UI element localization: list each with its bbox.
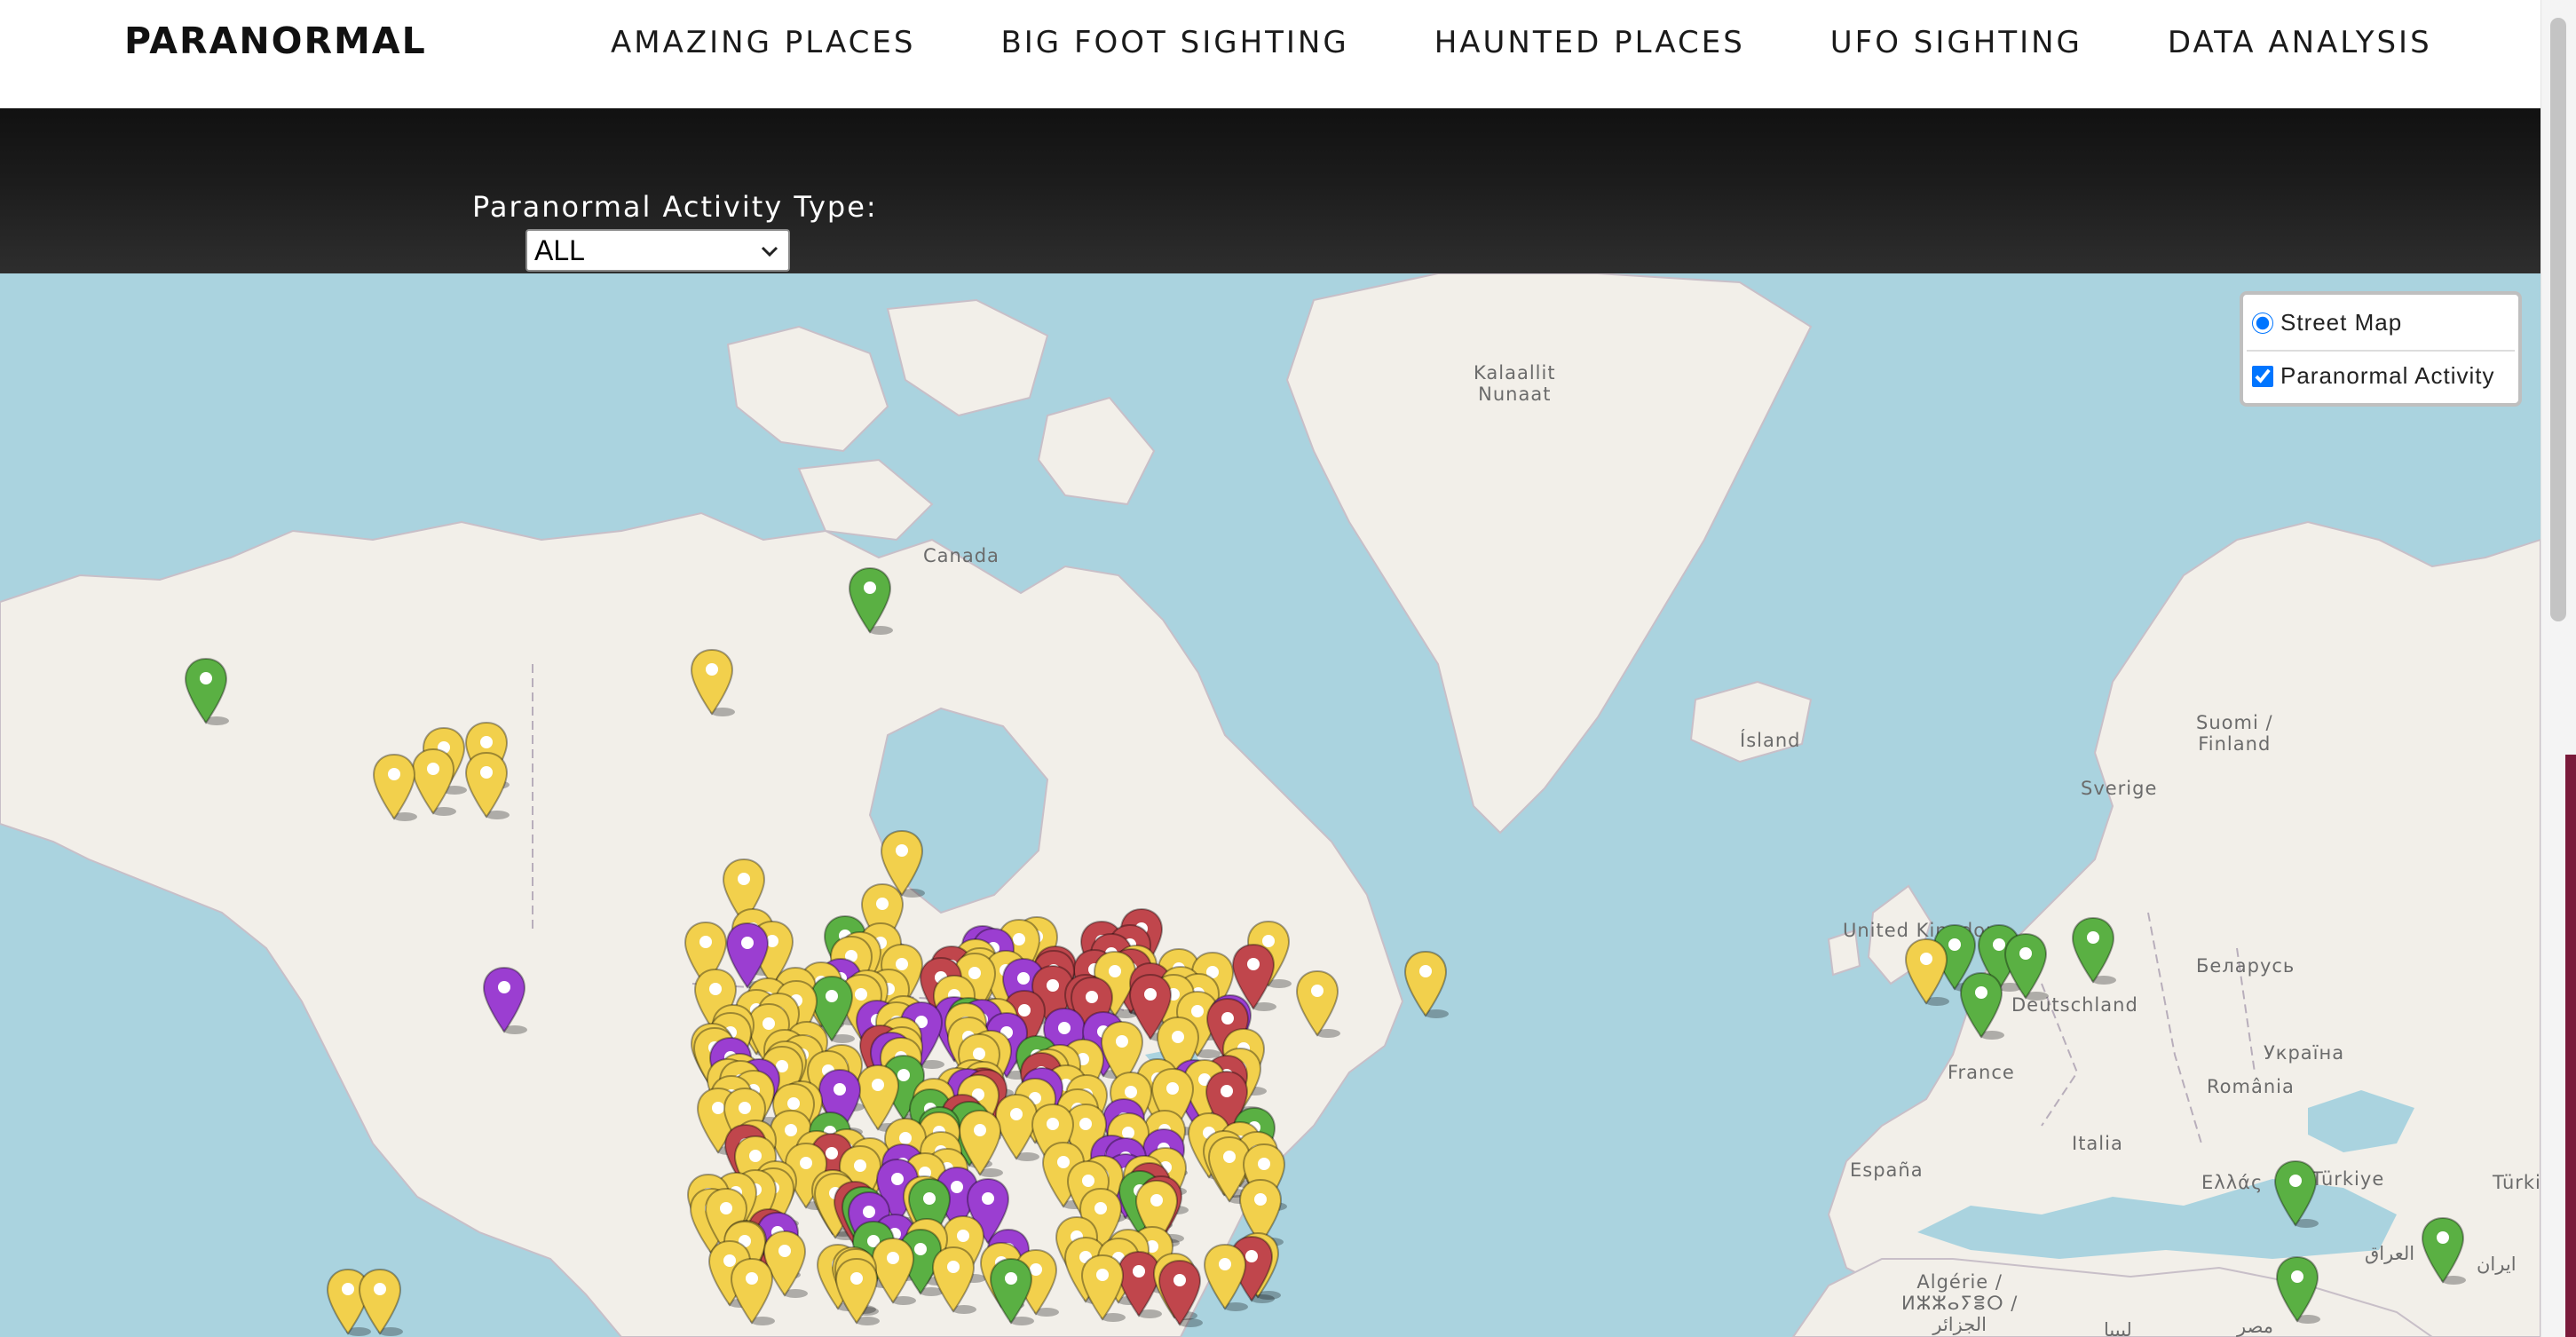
map-marker-icon[interactable] (371, 753, 417, 822)
map-marker-icon[interactable] (689, 648, 735, 717)
nav-links: AMAZING PLACES BIG FOOT SIGHTING HAUNTED… (611, 25, 2432, 60)
scrollbar-thumb[interactable] (2550, 18, 2566, 621)
map-marker-icon[interactable] (2274, 1255, 2320, 1325)
label-libya: ليبيا (2104, 1319, 2132, 1337)
map-marker-icon[interactable] (2272, 1159, 2319, 1229)
paranormal-activity-label: Paranormal Activity (2280, 362, 2495, 389)
map-marker-icon[interactable] (1157, 1259, 1203, 1328)
nav-link-amazing-places[interactable]: AMAZING PLACES (611, 25, 915, 60)
label-egypt: مصر (2237, 1316, 2274, 1337)
top-navbar: PARANORMAL AMAZING PLACES BIG FOOT SIGHT… (0, 0, 2540, 108)
map-marker-icon[interactable] (183, 657, 229, 726)
label-belarus: Беларусь (2196, 955, 2295, 977)
label-finland: Suomi / Finland (2196, 712, 2273, 755)
map-marker-icon[interactable] (988, 1257, 1034, 1326)
nav-link-big-foot-sighting[interactable]: BIG FOOT SIGHTING (1000, 25, 1348, 60)
nav-link-ufo-sighting[interactable]: UFO SIGHTING (1830, 25, 2082, 60)
layer-paranormal-activity[interactable]: Paranormal Activity (2252, 362, 2495, 390)
street-map-label: Street Map (2280, 309, 2403, 336)
layer-control: Street Map Paranormal Activity (2240, 291, 2522, 407)
layer-street-map[interactable]: Street Map (2252, 309, 2402, 336)
label-greenland: Kalaallit Nunaat (1474, 362, 1556, 405)
nav-link-data-analysis[interactable]: DATA ANALYSIS (2168, 25, 2432, 60)
map-view[interactable]: Kalaallit Nunaat Canada Ísland Suomi / F… (0, 273, 2540, 1337)
map-marker-icon[interactable] (481, 966, 527, 1035)
street-map-radio[interactable] (2252, 312, 2273, 334)
map-marker-icon[interactable] (463, 751, 510, 820)
activity-type-label: Paranormal Activity Type: (472, 190, 878, 224)
label-italy: Italia (2072, 1133, 2123, 1154)
map-marker-icon[interactable] (2070, 916, 2116, 985)
layer-separator (2247, 350, 2515, 352)
label-turkiye: Türkiye (2311, 1168, 2385, 1190)
label-turkiye-partial: Türki (2493, 1172, 2540, 1193)
label-romania: România (2207, 1076, 2295, 1097)
nav-link-haunted-places[interactable]: HAUNTED PLACES (1434, 25, 1745, 60)
map-marker-icon[interactable] (834, 1257, 881, 1326)
label-iceland: Ísland (1740, 730, 1801, 751)
paranormal-activity-checkbox[interactable] (2252, 365, 2273, 387)
map-marker-icon[interactable] (1202, 1243, 1249, 1312)
label-greece: Ελλάς (2201, 1172, 2264, 1193)
label-canada: Canada (923, 545, 1000, 566)
map-marker-icon[interactable] (1403, 950, 1449, 1019)
map-marker-icon[interactable] (2420, 1216, 2466, 1286)
map-marker-icon[interactable] (930, 1246, 977, 1315)
activity-type-select[interactable]: ALL (525, 229, 790, 272)
label-ukraine: Україна (2264, 1042, 2345, 1064)
label-algeria: Algérie / ⵍⵣⵣⴰⵢⴻⵔ / الجزائر (1901, 1271, 2019, 1335)
label-france: France (1948, 1062, 2015, 1083)
map-marker-icon[interactable] (1294, 969, 1340, 1039)
map-marker-icon[interactable] (1903, 937, 1949, 1007)
label-iraq: العراق (2365, 1243, 2415, 1264)
map-marker-icon[interactable] (1079, 1254, 1126, 1323)
label-iran: ایران (2477, 1254, 2517, 1275)
filter-header: Paranormal Activity Type: ALL (0, 108, 2540, 273)
right-edge-strip (2565, 755, 2576, 1337)
map-marker-icon[interactable] (847, 566, 893, 636)
label-spain: España (1850, 1159, 1924, 1181)
map-marker-icon[interactable] (1958, 971, 2004, 1040)
label-sweden: Sverige (2081, 778, 2158, 799)
map-marker-icon[interactable] (357, 1268, 403, 1337)
map-marker-icon[interactable] (2003, 932, 2049, 1001)
map-marker-icon[interactable] (729, 1257, 776, 1326)
brand-logo[interactable]: PARANORMAL (124, 20, 427, 62)
